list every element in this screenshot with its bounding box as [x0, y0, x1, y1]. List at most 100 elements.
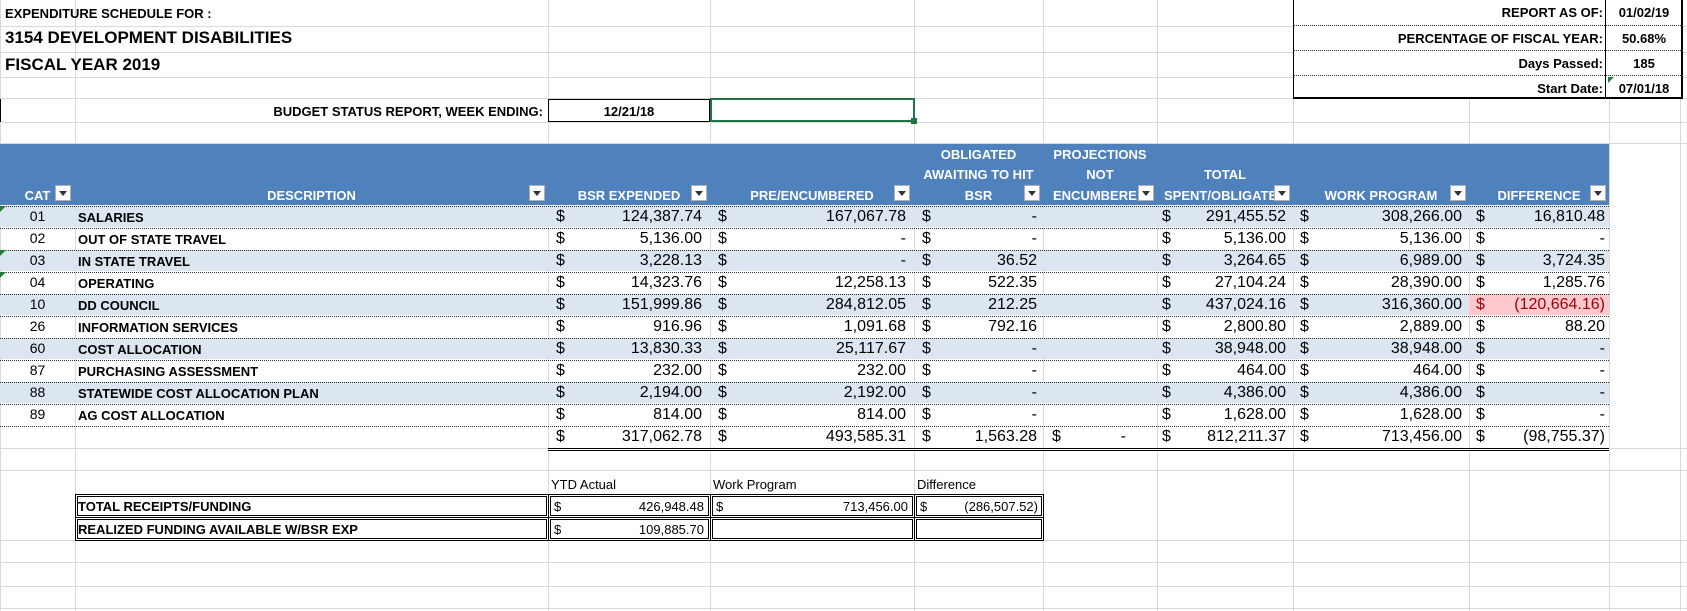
filter-obligated-button[interactable]	[1024, 185, 1040, 201]
cell-obligated[interactable]: -	[926, 407, 1037, 423]
cell-bsr-expended[interactable]: 2,194.00	[560, 385, 702, 401]
cell-difference[interactable]: 88.20	[1480, 319, 1605, 335]
cell-pre-encumbered[interactable]: -	[722, 231, 906, 247]
cell-cat[interactable]: 04	[0, 275, 75, 289]
cell-work-program[interactable]: 6,989.00	[1304, 253, 1462, 269]
cell-work-program[interactable]: 5,136.00	[1304, 231, 1462, 247]
cell-pre-encumbered[interactable]: 284,812.05	[722, 297, 906, 313]
cell-cat[interactable]: 03	[0, 253, 75, 267]
cell-obligated[interactable]: -	[926, 341, 1037, 357]
cell-description[interactable]: COST ALLOCATION	[78, 343, 538, 356]
spreadsheet[interactable]: EXPENDITURE SCHEDULE FOR : 3154 DEVELOPM…	[0, 0, 1687, 611]
summary-realized-ytd[interactable]: 109,885.70	[560, 523, 704, 536]
cell-difference[interactable]: 16,810.48	[1480, 209, 1605, 225]
days-passed-value[interactable]: 185	[1606, 57, 1682, 70]
cell-work-program[interactable]: 464.00	[1304, 363, 1462, 379]
cell-total[interactable]: 2,800.80	[1166, 319, 1286, 335]
cell-obligated[interactable]: 36.52	[926, 253, 1037, 269]
cell-pre-encumbered[interactable]: 232.00	[722, 363, 906, 379]
cell-total[interactable]: 38,948.00	[1166, 341, 1286, 357]
cell-cat[interactable]: 88	[0, 385, 75, 399]
filter-projections-button[interactable]	[1138, 185, 1154, 201]
report-as-of-value[interactable]: 01/02/19	[1606, 6, 1682, 19]
cell-difference[interactable]: -	[1480, 385, 1605, 401]
filter-bsr-button[interactable]	[691, 185, 707, 201]
total-bsr[interactable]: 317,062.78	[560, 429, 702, 445]
cell-description[interactable]: OUT OF STATE TRAVEL	[78, 233, 538, 246]
cell-obligated[interactable]: -	[926, 385, 1037, 401]
filter-pre-button[interactable]	[894, 185, 910, 201]
cell-cat[interactable]: 26	[0, 319, 75, 333]
cell-cat[interactable]: 87	[0, 363, 75, 377]
cell-difference[interactable]: -	[1480, 407, 1605, 423]
cell-obligated[interactable]: 522.35	[926, 275, 1037, 291]
cell-bsr-expended[interactable]: 124,387.74	[560, 209, 702, 225]
cell-obligated[interactable]: 792.16	[926, 319, 1037, 335]
cell-pre-encumbered[interactable]: 12,258.13	[722, 275, 906, 291]
cell-difference[interactable]: 3,724.35	[1480, 253, 1605, 269]
cell-description[interactable]: IN STATE TRAVEL	[78, 255, 538, 268]
cell-obligated[interactable]: -	[926, 363, 1037, 379]
cell-total[interactable]: 4,386.00	[1166, 385, 1286, 401]
cell-total[interactable]: 437,024.16	[1166, 297, 1286, 313]
cell-cat[interactable]: 89	[0, 407, 75, 421]
total-pre[interactable]: 493,585.31	[722, 429, 906, 445]
cell-work-program[interactable]: 38,948.00	[1304, 341, 1462, 357]
total-proj[interactable]: -	[1056, 429, 1126, 445]
cell-description[interactable]: STATEWIDE COST ALLOCATION PLAN	[78, 387, 538, 400]
summary-receipts-ytd[interactable]: 426,948.48	[560, 500, 704, 513]
total-wp[interactable]: 713,456.00	[1304, 429, 1462, 445]
cell-bsr-expended[interactable]: 151,999.86	[560, 297, 702, 313]
cell-obligated[interactable]: -	[926, 209, 1037, 225]
filter-description-button[interactable]	[529, 185, 545, 201]
cell-description[interactable]: OPERATING	[78, 277, 538, 290]
cell-pre-encumbered[interactable]: 167,067.78	[722, 209, 906, 225]
cell-bsr-expended[interactable]: 916.96	[560, 319, 702, 335]
cell-cat[interactable]: 01	[0, 209, 75, 223]
selected-cell[interactable]	[710, 98, 915, 122]
fill-handle[interactable]	[911, 118, 917, 124]
cell-description[interactable]: PURCHASING ASSESSMENT	[78, 365, 538, 378]
cell-description[interactable]: DD COUNCIL	[78, 299, 538, 312]
cell-difference[interactable]: (120,664.16)	[1480, 297, 1605, 313]
pct-fiscal-year-value[interactable]: 50.68%	[1606, 32, 1682, 45]
total-total[interactable]: 812,211.37	[1166, 429, 1286, 445]
cell-bsr-expended[interactable]: 5,136.00	[560, 231, 702, 247]
cell-total[interactable]: 291,455.52	[1166, 209, 1286, 225]
cell-total[interactable]: 3,264.65	[1166, 253, 1286, 269]
cell-bsr-expended[interactable]: 14,323.76	[560, 275, 702, 291]
cell-difference[interactable]: 1,285.76	[1480, 275, 1605, 291]
filter-difference-button[interactable]	[1590, 185, 1606, 201]
cell-pre-encumbered[interactable]: 25,117.67	[722, 341, 906, 357]
start-date-value[interactable]: 07/01/18	[1606, 82, 1682, 95]
filter-total-button[interactable]	[1274, 185, 1290, 201]
cell-bsr-expended[interactable]: 3,228.13	[560, 253, 702, 269]
total-diff[interactable]: (98,755.37)	[1480, 429, 1605, 445]
cell-difference[interactable]: -	[1480, 231, 1605, 247]
cell-work-program[interactable]: 28,390.00	[1304, 275, 1462, 291]
cell-pre-encumbered[interactable]: -	[722, 253, 906, 269]
cell-work-program[interactable]: 308,266.00	[1304, 209, 1462, 225]
cell-total[interactable]: 27,104.24	[1166, 275, 1286, 291]
cell-description[interactable]: SALARIES	[78, 211, 538, 224]
cell-work-program[interactable]: 1,628.00	[1304, 407, 1462, 423]
cell-work-program[interactable]: 316,360.00	[1304, 297, 1462, 313]
cell-description[interactable]: INFORMATION SERVICES	[78, 321, 538, 334]
cell-pre-encumbered[interactable]: 2,192.00	[722, 385, 906, 401]
cell-cat[interactable]: 10	[0, 297, 75, 311]
summary-receipts-wp[interactable]: 713,456.00	[722, 500, 908, 513]
cell-bsr-expended[interactable]: 814.00	[560, 407, 702, 423]
cell-cat[interactable]: 60	[0, 341, 75, 355]
cell-bsr-expended[interactable]: 232.00	[560, 363, 702, 379]
filter-cat-button[interactable]	[55, 185, 71, 201]
cell-obligated[interactable]: -	[926, 231, 1037, 247]
cell-obligated[interactable]: 212.25	[926, 297, 1037, 313]
cell-pre-encumbered[interactable]: 814.00	[722, 407, 906, 423]
cell-total[interactable]: 1,628.00	[1166, 407, 1286, 423]
cell-pre-encumbered[interactable]: 1,091.68	[722, 319, 906, 335]
total-obl[interactable]: 1,563.28	[926, 429, 1037, 445]
cell-description[interactable]: AG COST ALLOCATION	[78, 409, 538, 422]
cell-difference[interactable]: -	[1480, 363, 1605, 379]
cell-total[interactable]: 464.00	[1166, 363, 1286, 379]
cell-work-program[interactable]: 4,386.00	[1304, 385, 1462, 401]
